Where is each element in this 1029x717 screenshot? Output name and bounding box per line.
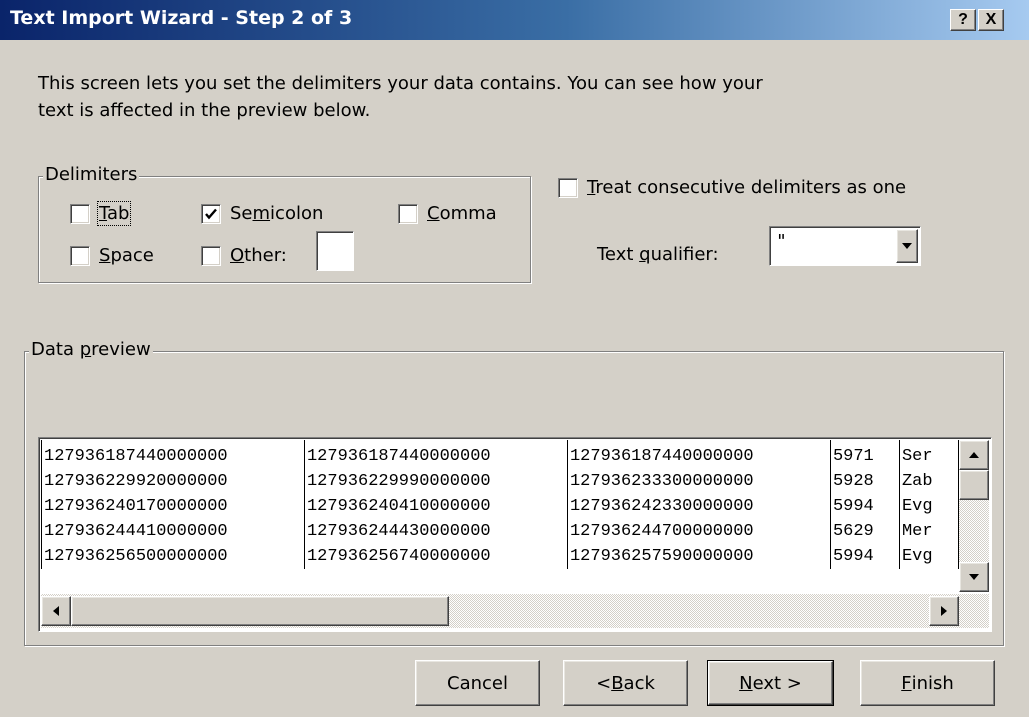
text-qualifier-select[interactable]: " — [769, 226, 921, 266]
comma-checkbox-box[interactable] — [398, 203, 418, 224]
scroll-right-button[interactable] — [929, 596, 959, 626]
tab-label: Tab — [96, 201, 132, 226]
delimiters-group-label: Delimiters — [43, 164, 140, 185]
table-cell: 5928 — [829, 469, 900, 494]
help-button[interactable]: ? — [950, 9, 976, 31]
scroll-down-button[interactable] — [959, 562, 989, 592]
vertical-scrollbar[interactable] — [959, 440, 989, 592]
space-checkbox[interactable]: Space — [70, 245, 154, 266]
table-cell: 127936229990000000 — [303, 469, 568, 494]
space-checkbox-box[interactable] — [70, 245, 90, 266]
intro-text: This screen lets you set the delimiters … — [38, 73, 763, 121]
table-cell: 5994 — [829, 494, 900, 519]
table-cell: 127936187440000000 — [303, 440, 568, 469]
preview-table-area: 127936187440000000 127936187440000000 12… — [41, 440, 959, 592]
table-cell: 127936242330000000 — [566, 494, 831, 519]
semicolon-checkbox-box[interactable] — [201, 203, 221, 224]
scroll-left-button[interactable] — [41, 596, 71, 626]
arrow-right-icon — [941, 606, 947, 616]
title-bar: Text Import Wizard - Step 2 of 3 ? X — [0, 0, 1029, 40]
table-cell: Evg — [898, 544, 959, 569]
table-cell: 127936187440000000 — [41, 440, 305, 469]
table-cell: 5971 — [829, 440, 900, 469]
table-cell: Zab — [898, 469, 959, 494]
comma-label: Comma — [427, 203, 497, 224]
semicolon-label: Semicolon — [230, 203, 324, 224]
horizontal-scroll-thumb[interactable] — [71, 596, 449, 626]
table-row: 127936187440000000 127936187440000000 12… — [41, 440, 959, 469]
tab-label-rest: ab — [107, 203, 130, 224]
close-button[interactable]: X — [978, 9, 1004, 31]
tab-checkbox-box[interactable] — [70, 203, 90, 224]
preview-table: 127936187440000000 127936187440000000 12… — [41, 440, 959, 569]
arrow-up-icon — [969, 452, 979, 458]
table-cell: 127936256500000000 — [41, 544, 305, 569]
cancel-button[interactable]: Cancel — [415, 660, 540, 706]
table-cell: 127936244430000000 — [303, 519, 568, 544]
table-cell: Mer — [898, 519, 959, 544]
semicolon-checkbox[interactable]: Semicolon — [201, 203, 323, 224]
table-row: 127936244410000000 127936244430000000 12… — [41, 519, 959, 544]
next-button-face[interactable]: Next > — [708, 661, 833, 705]
arrow-down-icon — [969, 574, 979, 580]
table-cell: 127936240410000000 — [303, 494, 568, 519]
table-cell: 127936229920000000 — [41, 469, 305, 494]
other-checkbox[interactable]: Other: — [201, 245, 287, 266]
finish-button[interactable]: Finish — [860, 660, 995, 706]
treat-consecutive-checkbox-box[interactable] — [558, 177, 578, 198]
other-checkbox-box[interactable] — [201, 245, 221, 266]
text-qualifier-dropdown-button[interactable] — [896, 229, 918, 263]
other-label: Other: — [230, 245, 287, 266]
data-preview-group-label: Data preview — [29, 339, 153, 360]
table-cell: Ser — [898, 440, 959, 469]
window-title: Text Import Wizard - Step 2 of 3 — [10, 7, 353, 29]
table-cell: 5629 — [829, 519, 900, 544]
table-cell: 127936244410000000 — [41, 519, 305, 544]
text-qualifier-label: Text qualifier: — [597, 244, 719, 265]
table-cell: 127936233300000000 — [566, 469, 831, 494]
table-cell: Evg — [898, 494, 959, 519]
next-button[interactable]: Next > — [707, 660, 834, 706]
space-label: Space — [99, 245, 154, 266]
chevron-down-icon — [902, 243, 912, 249]
treat-consecutive-checkbox[interactable]: Treat consecutive delimiters as one — [558, 177, 906, 198]
table-row: 127936256500000000 127936256740000000 12… — [41, 544, 959, 569]
horizontal-scrollbar[interactable] — [41, 594, 989, 628]
scroll-up-button[interactable] — [959, 440, 989, 470]
table-cell: 5994 — [829, 544, 900, 569]
vertical-scroll-thumb[interactable] — [959, 470, 989, 500]
table-row: 127936229920000000 127936229990000000 12… — [41, 469, 959, 494]
tab-checkbox[interactable]: Tab — [70, 201, 132, 226]
table-cell: 127936240170000000 — [41, 494, 305, 519]
table-cell: 127936256740000000 — [303, 544, 568, 569]
table-cell: 127936244700000000 — [566, 519, 831, 544]
table-cell: 127936257590000000 — [566, 544, 831, 569]
checkmark-icon — [205, 208, 217, 219]
treat-consecutive-label: Treat consecutive delimiters as one — [587, 177, 907, 198]
arrow-left-icon — [53, 606, 59, 616]
other-delimiter-input[interactable] — [316, 231, 354, 271]
back-button[interactable]: < Back — [563, 660, 688, 706]
text-qualifier-value: " — [776, 231, 787, 252]
data-preview-grid[interactable]: 127936187440000000 127936187440000000 12… — [38, 437, 992, 632]
table-row: 127936240170000000 127936240410000000 12… — [41, 494, 959, 519]
table-cell: 127936187440000000 — [566, 440, 831, 469]
comma-checkbox[interactable]: Comma — [398, 203, 497, 224]
delimiters-group: Delimiters — [38, 164, 531, 283]
